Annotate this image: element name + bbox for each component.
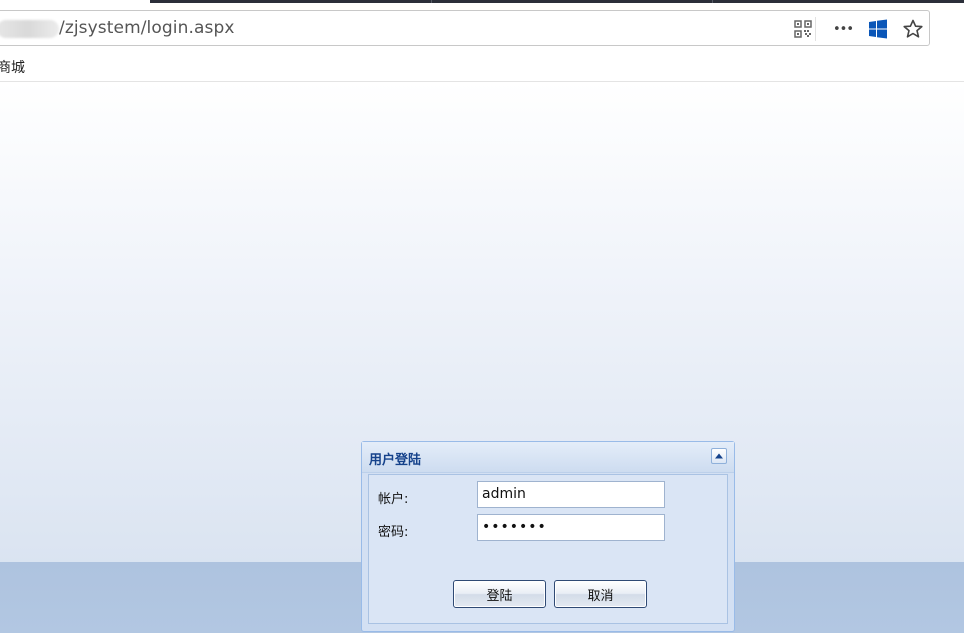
dialog-header: 用户登陆 <box>362 442 734 473</box>
qr-code-icon[interactable] <box>792 18 814 40</box>
tab-strip-background <box>150 0 964 3</box>
username-label: 帐户: <box>378 492 409 507</box>
url-text[interactable]: /zjsystem/login.aspx <box>59 18 235 38</box>
dialog-body: 帐户: admin 密码: ••••••• <box>368 474 728 624</box>
login-button[interactable]: 登陆 <box>453 580 546 608</box>
dialog-title: 用户登陆 <box>369 453 422 468</box>
more-icon[interactable]: ••• <box>832 18 854 40</box>
login-dialog: 用户登陆 帐户: admin 密码: ••••••• <box>361 441 735 632</box>
star-icon[interactable] <box>902 18 924 40</box>
collapse-button[interactable] <box>711 448 727 464</box>
password-input[interactable]: ••••••• <box>477 514 665 541</box>
url-host-blurred <box>0 20 59 38</box>
windows-icon[interactable] <box>867 18 889 40</box>
tab-strip <box>0 0 964 3</box>
bookmarks-bar: 商城 <box>0 50 964 82</box>
cancel-button[interactable]: 取消 <box>554 580 647 608</box>
tab-separator <box>712 0 713 3</box>
toolbar-divider <box>815 17 816 41</box>
bookmark-item[interactable]: 商城 <box>0 57 25 77</box>
address-bar[interactable]: /zjsystem/login.aspx ••• <box>0 10 930 46</box>
tab-separator <box>431 0 432 3</box>
password-label: 密码: <box>378 525 409 540</box>
chevron-up-icon <box>715 453 723 459</box>
username-input[interactable]: admin <box>477 481 665 508</box>
